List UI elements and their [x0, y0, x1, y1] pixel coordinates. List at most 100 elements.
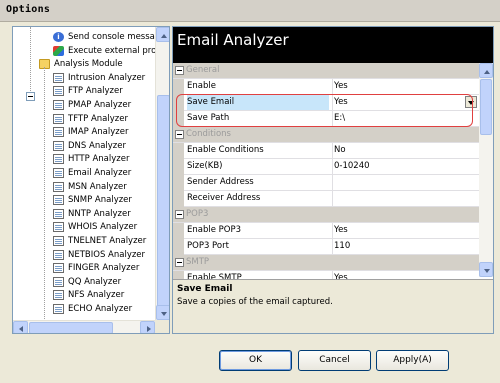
apply-button[interactable]: Apply(A) [376, 350, 449, 371]
property-value[interactable]: No [332, 143, 479, 158]
grid-property-row[interactable]: POP3 Port 110 [173, 239, 479, 255]
tree-item[interactable]: FTP Analyzer [53, 85, 123, 98]
tree-item[interactable]: QQ Analyzer [53, 276, 121, 289]
document-icon [53, 208, 64, 219]
tree-horizontal-scroll-thumb[interactable] [29, 322, 113, 333]
tree-horizontal-scrollbar[interactable] [13, 320, 155, 333]
property-name: POP3 Port [187, 241, 229, 251]
tree-item[interactable]: IMAP Analyzer [53, 126, 128, 139]
tree-item-label: TFTP Analyzer [68, 113, 128, 124]
document-icon [53, 290, 64, 301]
tree-item[interactable]: SNMP Analyzer [53, 194, 132, 207]
grid-property-row[interactable]: Enable POP3 Yes [173, 223, 479, 239]
property-grid[interactable]: General Enable Yes Save Email Yes Save Path E:… [173, 63, 479, 303]
scroll-up-button[interactable] [156, 27, 169, 42]
settings-panel: Email Analyzer General Enable Yes Save Emai… [172, 26, 494, 334]
tree-item[interactable]: Execute external pro [53, 45, 156, 58]
collapse-icon[interactable] [175, 66, 184, 75]
tree-item[interactable]: TFTP Analyzer [53, 113, 128, 126]
scroll-down-button[interactable] [156, 305, 169, 320]
collapse-icon[interactable] [175, 210, 184, 219]
tree-item-label: Email Analyzer [68, 168, 132, 178]
tree-item[interactable]: NNTP Analyzer [53, 208, 131, 221]
scroll-right-button[interactable] [140, 321, 155, 333]
scroll-corner [155, 320, 169, 333]
grid-property-row[interactable]: Save Path E:\ [173, 111, 479, 127]
tree-item-label: QQ Analyzer [68, 276, 122, 287]
tree-vertical-scrollbar[interactable] [155, 27, 169, 320]
tree-item[interactable]: HTTP Analyzer [53, 153, 129, 166]
grid-category[interactable]: SMTP [173, 255, 479, 271]
tree-item[interactable]: FINGER Analyzer [53, 262, 139, 275]
document-icon [53, 100, 64, 110]
tree-guide-line [44, 67, 45, 319]
property-value[interactable]: Yes [332, 79, 479, 94]
grid-category[interactable]: POP3 [173, 207, 479, 223]
tree-item-label: DNS Analyzer [68, 140, 126, 151]
document-icon [53, 72, 64, 83]
property-value[interactable]: Yes [332, 95, 479, 110]
collapse-icon[interactable] [175, 258, 184, 267]
grid-scroll-down-button[interactable] [479, 262, 493, 277]
property-value[interactable]: E:\ [332, 111, 479, 126]
tree-item[interactable]: i Send console messa [53, 31, 155, 44]
property-value[interactable]: 0-10240 [332, 159, 479, 174]
grid-category[interactable]: Conditions [173, 127, 479, 143]
grid-category[interactable]: General [173, 63, 479, 79]
grid-property-row[interactable]: Enable Yes [173, 79, 479, 95]
tree-item[interactable]: TNELNET Analyzer [53, 235, 146, 248]
property-name: Sender Address [187, 177, 254, 187]
document-icon [53, 249, 64, 260]
property-value[interactable] [332, 191, 479, 206]
dropdown-arrow-icon[interactable] [465, 96, 477, 108]
tree-item-label: IMAP Analyzer [68, 127, 129, 138]
tree-item[interactable]: DNS Analyzer [53, 140, 126, 153]
tree-item[interactable]: ECHO Analyzer [53, 303, 132, 316]
tree-item-label: ECHO Analyzer [68, 304, 133, 314]
description-pane: Save Email Save a copies of the email ca… [173, 279, 493, 333]
grid-property-row[interactable]: Save Email Yes [173, 95, 479, 111]
property-name: Size(KB) [187, 161, 223, 171]
tree-item[interactable]: NETBIOS Analyzer [53, 249, 145, 262]
tree-item[interactable]: NFS Analyzer [53, 289, 124, 302]
tree-item[interactable]: PMAP Analyzer [53, 99, 131, 112]
property-name: Receiver Address [187, 193, 261, 203]
tree-item-label: HTTP Analyzer [68, 154, 130, 165]
tree-item-label: TNELNET Analyzer [68, 236, 147, 246]
grid-scroll-up-button[interactable] [479, 63, 493, 78]
collapse-icon[interactable] [26, 92, 35, 101]
tree-item[interactable]: MSN Analyzer [53, 181, 127, 194]
property-value[interactable] [332, 175, 479, 190]
property-value-text: 110 [334, 241, 351, 251]
tree-item[interactable]: WHOIS Analyzer [53, 221, 137, 234]
cancel-button[interactable]: Cancel [298, 350, 371, 371]
tree-vertical-scroll-thumb[interactable] [157, 95, 169, 319]
document-icon [53, 195, 64, 206]
property-value[interactable]: Yes [332, 223, 479, 238]
scroll-left-button[interactable] [13, 321, 28, 333]
ok-button[interactable]: OK [219, 350, 292, 371]
property-value[interactable]: 110 [332, 239, 479, 254]
document-icon [53, 168, 64, 178]
grid-vertical-scroll-thumb[interactable] [480, 79, 492, 135]
property-value-text: E:\ [334, 113, 346, 123]
grid-property-row[interactable]: Size(KB) 0-10240 [173, 159, 479, 175]
property-name: Enable POP3 [187, 225, 242, 235]
tree-item[interactable]: Intrusion Analyzer [53, 72, 145, 85]
grid-property-row[interactable]: Sender Address [173, 175, 479, 191]
grid-gutter [173, 223, 184, 239]
tree-item[interactable]: Analysis Module [39, 58, 123, 71]
tree-item[interactable]: Email Analyzer [53, 167, 131, 180]
tree-item-label: SNMP Analyzer [68, 195, 132, 206]
options-tree[interactable]: i Send console messa Execute external pro A… [12, 26, 170, 334]
info-icon: i [53, 32, 64, 42]
tree-item-label: Analysis Module [54, 59, 123, 70]
tree-item-label: PMAP Analyzer [68, 100, 132, 110]
property-value-text: 0-10240 [334, 161, 370, 171]
collapse-icon[interactable] [175, 130, 184, 139]
grid-vertical-scrollbar[interactable] [479, 63, 493, 277]
grid-gutter [173, 143, 184, 159]
grid-property-row[interactable]: Receiver Address [173, 191, 479, 207]
document-icon [53, 304, 64, 314]
grid-property-row[interactable]: Enable Conditions No [173, 143, 479, 159]
